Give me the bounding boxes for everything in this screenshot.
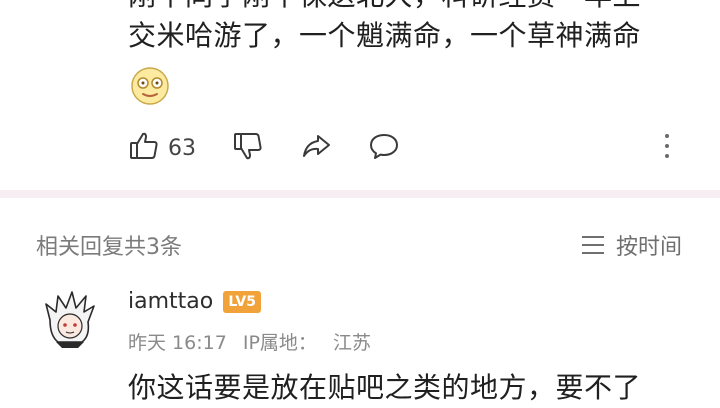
more-icon — [665, 134, 669, 138]
reply-username[interactable]: iamttao LV5 — [128, 289, 262, 314]
sort-icon — [582, 236, 604, 254]
thumbs-down-icon — [232, 130, 264, 166]
username-text: iamttao — [128, 289, 214, 314]
ip-label: IP属地： — [242, 332, 317, 354]
thumbs-up-icon — [128, 130, 160, 166]
share-icon — [300, 130, 332, 166]
dislike-button[interactable] — [232, 130, 264, 166]
more-options-button[interactable] — [652, 128, 682, 164]
comment-button[interactable] — [368, 130, 400, 166]
comment-icon — [368, 130, 400, 166]
reply-meta: 昨天 16:17 IP属地： 江苏 — [128, 328, 381, 355]
share-button[interactable] — [300, 130, 332, 166]
post-text-line-2: 交米哈游了，一个魈满命，一个草神满命 — [128, 19, 642, 52]
replies-count-title: 相关回复共3条 — [36, 235, 182, 260]
reply-text: 你这话要是放在贴吧之类的地方，要不了 — [128, 371, 642, 404]
level-badge: LV5 — [223, 290, 262, 313]
section-divider — [0, 190, 720, 198]
like-button[interactable]: 63 — [128, 130, 196, 166]
reply-time: 昨天 16:17 — [128, 332, 227, 354]
sort-by-time-button[interactable]: 按时间 — [582, 229, 682, 261]
sort-label: 按时间 — [616, 235, 683, 260]
like-count: 63 — [168, 135, 196, 161]
avatar[interactable] — [42, 290, 98, 350]
post-text-line-1: 刚午同学刚午保送北大，科研经费一年上 — [128, 0, 641, 14]
smiling-emoji-icon — [130, 66, 170, 106]
post-actions: 63 — [128, 128, 436, 168]
ip-location: 江苏 — [332, 332, 371, 354]
